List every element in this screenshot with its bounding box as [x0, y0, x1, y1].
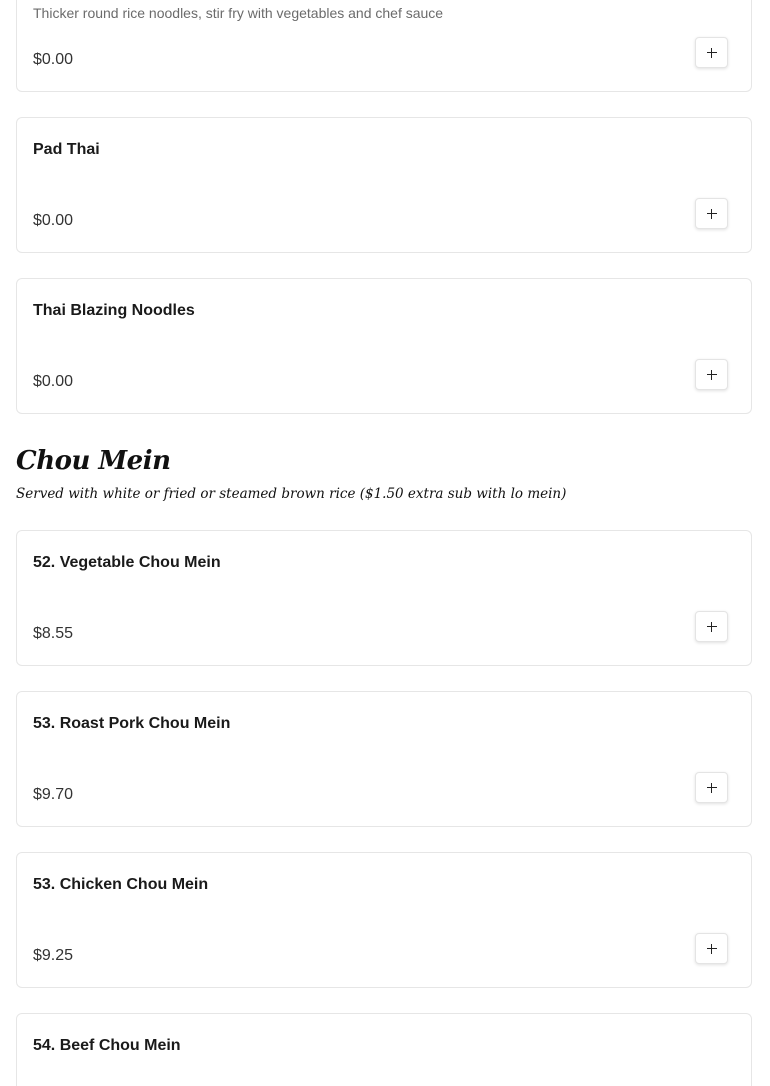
menu-item-card[interactable]: 54. Beef Chou Mein — [16, 1013, 752, 1086]
add-item-button[interactable] — [695, 37, 728, 68]
add-item-button[interactable] — [695, 611, 728, 642]
item-name: 53. Chicken Chou Mein — [33, 876, 209, 893]
menu-item-card[interactable]: 53. Chicken Chou Mein $9.25 — [16, 852, 752, 988]
add-item-button[interactable] — [695, 772, 728, 803]
item-description: Thicker round rice noodles, stir fry wit… — [33, 5, 444, 21]
section-title: Chou Mein — [16, 446, 171, 476]
menu-item-card[interactable]: Thicker round rice noodles, stir fry wit… — [16, 0, 752, 92]
menu-page: Thicker round rice noodles, stir fry wit… — [0, 0, 770, 1086]
menu-item-card[interactable]: Pad Thai $0.00 — [16, 117, 752, 253]
item-price: $8.55 — [33, 625, 74, 642]
menu-item-card[interactable]: 52. Vegetable Chou Mein $8.55 — [16, 530, 752, 666]
plus-icon — [706, 943, 717, 954]
item-name: Thai Blazing Noodles — [33, 302, 195, 319]
item-name: 54. Beef Chou Mein — [33, 1037, 181, 1054]
item-price: $9.25 — [33, 947, 74, 964]
add-item-button[interactable] — [695, 198, 728, 229]
add-item-button[interactable] — [695, 933, 728, 964]
plus-icon — [706, 208, 717, 219]
menu-item-card[interactable]: 53. Roast Pork Chou Mein $9.70 — [16, 691, 752, 827]
plus-icon — [706, 47, 717, 58]
plus-icon — [706, 782, 717, 793]
item-price: $0.00 — [33, 212, 74, 229]
item-name: 53. Roast Pork Chou Mein — [33, 715, 231, 732]
plus-icon — [706, 369, 717, 380]
item-name: Pad Thai — [33, 141, 100, 158]
item-price: $9.70 — [33, 786, 74, 803]
plus-icon — [706, 621, 717, 632]
menu-item-card[interactable]: Thai Blazing Noodles $0.00 — [16, 278, 752, 414]
item-price: $0.00 — [33, 373, 74, 390]
section-subtitle: Served with white or fried or steamed br… — [16, 486, 567, 502]
item-price: $0.00 — [33, 51, 74, 68]
item-name: 52. Vegetable Chou Mein — [33, 554, 221, 571]
add-item-button[interactable] — [695, 359, 728, 390]
